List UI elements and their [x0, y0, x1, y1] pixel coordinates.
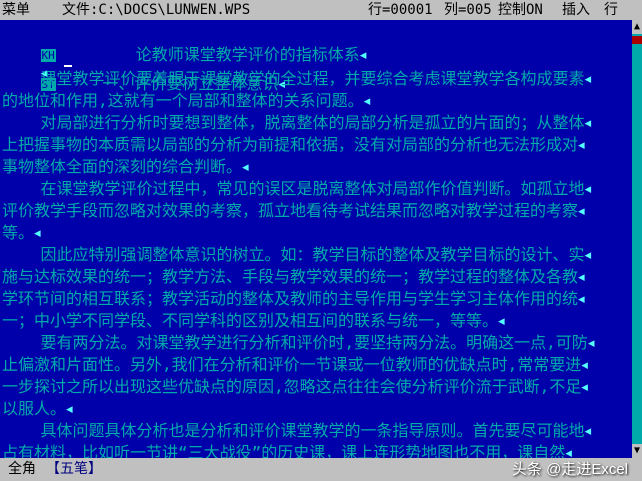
line-text: 对局部进行分析时要想到整体，脱离整体的局部分析是孤立的片面的；从整体 [2, 113, 585, 132]
document-line[interactable]: 具体问题具体分析也是分析和评价课堂教学的一条指导原则。首先要尽可能地◀ [2, 420, 592, 442]
paragraph-mark-icon: ◀ [498, 314, 505, 328]
paragraph-mark-icon: ◀ [242, 160, 249, 174]
line-text: 在课堂教学评价过程中，常见的误区是脱离整体对局部作价值判断。如孤立地 [2, 179, 585, 198]
document-line[interactable]: 占有材料，比如听一节讲“三大战役”的历史课，课上连形势地图也不用，课自然◀ [2, 442, 572, 458]
line-text: 一；中小学不同学段、不同学科的区别及相互间的联系与统一，等等。 [2, 311, 499, 330]
line-mode-indicator: 行 [604, 2, 618, 18]
file-path-label: 文件:C:\DOCS\LUNWEN.WPS [62, 2, 251, 18]
vertical-scrollbar[interactable]: ▲ ▼ [632, 20, 642, 458]
paragraph-mark-icon: ◀ [584, 182, 592, 196]
document-line[interactable]: 以服人。◀ [2, 398, 73, 420]
paragraph-mark-icon: ◀ [578, 204, 585, 218]
insert-mode-indicator: 插入 [562, 2, 590, 18]
document-line[interactable]: 一步探讨之所以出现这些优缺点的原因,忽略这点往往会使分析评价流于武断,不足◀ [2, 376, 588, 398]
line-text: 评价教学手段而忽略对效果的考察，孤立地看待考试结果而忽略对教学过程的考察 [2, 201, 579, 220]
document-line[interactable]: 一；中小学不同学段、不同学科的区别及相互间的联系与统一，等等。◀ [2, 310, 505, 332]
line-text: 课堂教学评价要着眼于课堂教学的全过程，并要综合考虑课堂教学各构成要素 [2, 69, 585, 88]
status-bar: 全角 【五笔】 头条 @走进Excel [0, 458, 642, 481]
paragraph-mark-icon: ◀ [584, 424, 592, 438]
line-text: 施与达标效果的统一；教学方法、手段与教学效果的统一；教学过程的整体及各教 [2, 267, 579, 286]
document-line[interactable]: 施与达标效果的统一；教学方法、手段与教学效果的统一；教学过程的整体及各教◀ [2, 266, 585, 288]
paragraph-mark-icon: ◀ [584, 248, 592, 262]
document-line[interactable]: 要有两分法。对课堂教学进行分析和评价时,要坚持两分法。明确这一点,可防◀ [2, 332, 595, 354]
paragraph-mark-icon: ◀ [584, 116, 592, 130]
paragraph-mark-icon: ◀ [581, 358, 588, 372]
scroll-up-arrow-icon[interactable]: ▲ [632, 20, 642, 34]
document-line[interactable]: 学环节间的相互联系；教学活动的整体及教师的主导作用与学生学习主体作用的统◀ [2, 288, 585, 310]
line-text: 以服人。 [2, 399, 67, 418]
document-line[interactable]: 在课堂教学评价过程中，常见的误区是脱离整体对局部作价值判断。如孤立地◀ [2, 178, 592, 200]
input-method-indicator[interactable]: 【五笔】 [46, 458, 102, 481]
watermark: 头条 @走进Excel [511, 461, 628, 478]
document-line[interactable]: 上把握事物的本质需以局部的分析为前提和依据，没有对局部的分析也无法形成对◀ [2, 134, 585, 156]
row-indicator: 行=00001 [368, 2, 433, 18]
paragraph-mark-icon: ◀ [584, 72, 592, 86]
document-line[interactable]: 事物整体全面的深刻的综合判断。◀ [2, 156, 249, 178]
document-line[interactable]: 课堂教学评价要着眼于课堂教学的全过程，并要综合考虑课堂教学各构成要素◀ [2, 68, 592, 90]
paragraph-mark-icon: ◀ [565, 446, 572, 459]
paragraph-mark-icon: ◀ [359, 48, 367, 62]
document-line[interactable]: 的地位和作用,这就有一个局部和整体的关系问题。◀ [2, 90, 370, 112]
control-indicator: 控制ON [498, 2, 543, 18]
paragraph-mark-icon: ◀ [581, 380, 588, 394]
line-text: 学环节间的相互联系；教学活动的整体及教师的主导作用与学生学习主体作用的统 [2, 289, 579, 308]
column-indicator: 列=005 [444, 2, 492, 18]
document-line[interactable]: KH 论教师课堂教学评价的指标体系◀ [2, 22, 366, 67]
line-text: 的地位和作用,这就有一个局部和整体的关系问题。 [2, 91, 364, 110]
document-line[interactable]: 对局部进行分析时要想到整体，脱离整体的局部分析是孤立的片面的；从整体◀ [2, 112, 592, 134]
document-line[interactable]: 止偏激和片面性。另外,我们在分析和评价一节课或一位教师的优缺点时,常常要进◀ [2, 354, 588, 376]
line-text: 上把握事物的本质需以局部的分析为前提和依据，没有对局部的分析也无法形成对 [2, 135, 579, 154]
width-mode-indicator: 全角 [8, 461, 36, 477]
menu-button[interactable]: 菜单 [2, 0, 30, 20]
document-line[interactable]: 等。◀ [2, 222, 41, 244]
line-text: 止偏激和片面性。另外,我们在分析和评价一节课或一位教师的优缺点时,常常要进 [2, 355, 582, 374]
paragraph-mark-icon: ◀ [578, 270, 585, 284]
line-text: 事物整体全面的深刻的综合判断。 [2, 157, 243, 176]
paragraph-mark-icon: ◀ [66, 402, 73, 416]
paragraph-mark-icon: ◀ [363, 94, 371, 108]
document-line[interactable]: 因此应特别强调整体意识的树立。如：教学目标的整体及教学目标的设计、实◀ [2, 244, 592, 266]
paragraph-mark-icon: ◀ [578, 138, 585, 152]
document-editor[interactable]: KH 论教师课堂教学评价的指标体系◀ ◀ ST 一、评价要树立整体意识◀ 课堂教学… [0, 20, 632, 458]
line-text: 一步探讨之所以出现这些优缺点的原因,忽略这点往往会使分析评价流于武断,不足 [2, 377, 582, 396]
document-line[interactable]: 评价教学手段而忽略对效果的考察，孤立地看待考试结果而忽略对教学过程的考察◀ [2, 200, 585, 222]
paragraph-mark-icon: ◀ [578, 292, 585, 306]
line-text: 因此应特别强调整体意识的树立。如：教学目标的整体及教学目标的设计、实 [2, 245, 585, 264]
menu-bar: 菜单 文件:C:\DOCS\LUNWEN.WPS 行=00001 列=005 控… [0, 0, 642, 20]
line-text: 具体问题具体分析也是分析和评价课堂教学的一条指导原则。首先要尽可能地 [2, 421, 585, 440]
line-text: 等。 [2, 223, 35, 242]
scrollbar-thumb[interactable] [632, 36, 642, 44]
paragraph-mark-icon: ◀ [587, 336, 595, 350]
line-text: 要有两分法。对课堂教学进行分析和评价时,要坚持两分法。明确这一点,可防 [2, 333, 588, 352]
paragraph-mark-icon: ◀ [34, 226, 41, 240]
line-text: 占有材料，比如听一节讲“三大战役”的历史课，课上连形势地图也不用，课自然 [2, 443, 566, 458]
scroll-down-arrow-icon[interactable]: ▼ [632, 444, 642, 458]
